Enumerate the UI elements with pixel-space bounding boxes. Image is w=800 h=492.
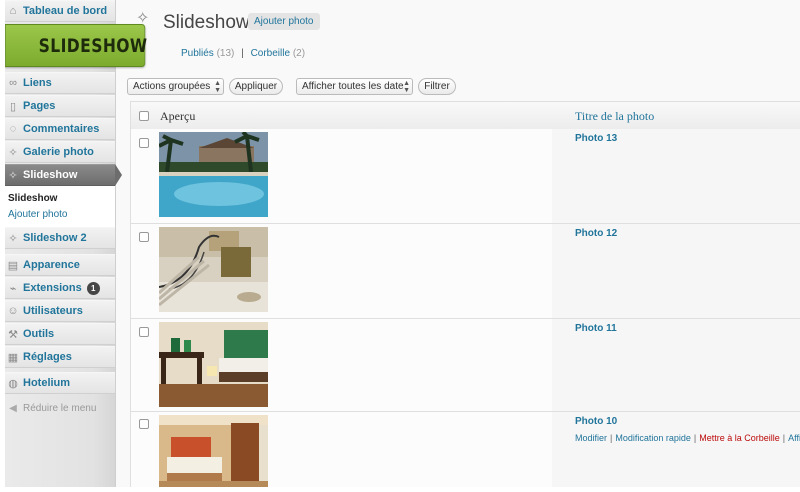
sidebar-item-comments[interactable]: ◌ Commentaires [5, 118, 115, 140]
sidebar-item-label: Outils [23, 328, 55, 340]
edit-link[interactable]: Modifier [575, 433, 607, 443]
page-title: Slideshow [163, 12, 250, 33]
table-row: Photo 11 [131, 319, 800, 412]
column-header-title[interactable]: Titre de la photo [575, 109, 654, 124]
photo-thumbnail[interactable] [159, 227, 268, 312]
photo-title-link[interactable]: Photo 10 [575, 416, 617, 427]
sidebar-item-label: Liens [23, 77, 52, 89]
sidebar-item-plugins[interactable]: ⌁ Extensions 1 [5, 277, 115, 299]
users-icon: ☺ [7, 305, 19, 317]
photo-thumbnail[interactable] [159, 322, 268, 407]
sidebar-item-gallery[interactable]: ✧ Galerie photo [5, 141, 115, 163]
photo-thumbnail[interactable] [159, 415, 268, 487]
sidebar-item-label: Utilisateurs [23, 305, 83, 317]
row-checkbox[interactable] [139, 232, 149, 242]
submenu-item-add-photo[interactable]: Ajouter photo [8, 209, 68, 220]
table-row: Photo 12 [131, 224, 800, 319]
gallery-icon: ✧ [8, 146, 18, 159]
admin-sidebar: ⌂ Tableau de bord ∞ Liens ▯ Pages ◌ Comm… [5, 0, 116, 487]
photo-title-link[interactable]: Photo 11 [575, 323, 617, 334]
column-header-preview: Aperçu [160, 109, 196, 123]
filter-button[interactable]: Filtrer [418, 78, 456, 95]
pages-icon: ▯ [9, 100, 17, 113]
select-all-checkbox[interactable] [139, 111, 149, 121]
sidebar-item-label: Tableau de bord [23, 5, 108, 17]
add-photo-button[interactable]: Ajouter photo [248, 13, 320, 30]
active-menu-pointer [115, 164, 122, 186]
table-header: Aperçu Titre de la photo [131, 101, 800, 130]
sidebar-item-hotelium[interactable]: ◍ Hotelium [5, 372, 115, 394]
sidebar-item-label: Réglages [23, 351, 72, 363]
quick-edit-link[interactable]: Modification rapide [615, 433, 691, 443]
slideshow-banner: SLIDESHOW [5, 24, 147, 67]
sidebar-item-slideshow-2[interactable]: ✧ Slideshow 2 [5, 227, 115, 249]
sidebar-item-appearance[interactable]: ▤ Apparence [5, 254, 115, 276]
plugins-icon: ⌁ [9, 282, 17, 295]
sidebar-item-pages[interactable]: ▯ Pages [5, 95, 115, 117]
bottom-margin [0, 487, 800, 492]
collapse-arrow-icon: ◀ [9, 402, 17, 414]
dashboard-icon: ⌂ [9, 5, 17, 17]
row-checkbox[interactable] [139, 138, 149, 148]
collapse-label: Réduire le menu [23, 402, 97, 414]
sidebar-item-label: Extensions [23, 282, 82, 294]
sidebar-item-label: Slideshow 2 [23, 232, 87, 244]
link-icon: ∞ [9, 77, 17, 89]
row-actions: Modifier | Modification rapide | Mettre à la… [575, 433, 800, 443]
sidebar-item-label: Slideshow [23, 169, 78, 181]
sidebar-item-links[interactable]: ∞ Liens [5, 72, 115, 94]
published-link[interactable]: Publiés [181, 48, 214, 59]
bulk-actions-select[interactable]: Actions groupées ▲ ▼ [127, 78, 224, 95]
collapse-menu-button[interactable]: ◀ Réduire le menu [5, 400, 115, 416]
tools-icon: ⚒ [8, 328, 18, 341]
photos-table: Aperçu Titre de la photo Photo 13 Photo … [130, 101, 800, 487]
date-filter-value: Afficher toutes les date [302, 81, 404, 92]
submenu-item-slideshow[interactable]: Slideshow [8, 193, 57, 204]
slideshow-icon: ✧ [8, 169, 18, 182]
view-link[interactable]: Affi [788, 433, 800, 443]
published-count: (13) [216, 48, 235, 59]
select-arrows-icon: ▲ ▼ [214, 80, 221, 94]
trash-count: (2) [292, 48, 306, 59]
table-row: Photo 10 Modifier | Modification rapide | Me… [131, 412, 800, 487]
sidebar-item-slideshow[interactable]: ✧ Slideshow [5, 164, 115, 186]
row-checkbox[interactable] [139, 327, 149, 337]
trash-link[interactable]: Mettre à la Corbeille [699, 433, 780, 443]
sidebar-item-label: Pages [23, 100, 56, 112]
bulk-actions-value: Actions groupées [133, 81, 211, 92]
hotelium-icon: ◍ [8, 377, 18, 390]
sidebar-item-dashboard[interactable]: ⌂ Tableau de bord [5, 0, 115, 22]
separator: | [782, 433, 786, 443]
row-checkbox[interactable] [139, 419, 149, 429]
photo-title-link[interactable]: Photo 12 [575, 228, 617, 239]
sidebar-item-tools[interactable]: ⚒ Outils [5, 323, 115, 345]
select-arrows-icon: ▲ ▼ [403, 80, 410, 94]
sidebar-item-label: Commentaires [23, 123, 100, 135]
photo-title-link[interactable]: Photo 13 [575, 133, 617, 144]
table-row: Photo 13 [131, 129, 800, 224]
date-filter-select[interactable]: Afficher toutes les date ▲ ▼ [296, 78, 413, 95]
sidebar-item-users[interactable]: ☺ Utilisateurs [5, 300, 115, 322]
sidebar-item-label: Apparence [23, 259, 80, 271]
settings-icon: ▦ [7, 351, 19, 364]
apply-button[interactable]: Appliquer [229, 78, 283, 95]
update-count-badge: 1 [86, 281, 100, 295]
sidebar-item-settings[interactable]: ▦ Réglages [5, 346, 115, 368]
slideshow-icon: ✧ [8, 232, 18, 245]
sidebar-item-label: Galerie photo [23, 146, 94, 158]
admin-window: ⌂ Tableau de bord ∞ Liens ▯ Pages ◌ Comm… [5, 0, 800, 487]
comments-icon: ◌ [9, 123, 17, 135]
status-filter-links: Publiés (13) | Corbeille (2) [181, 48, 305, 59]
sidebar-item-label: Hotelium [23, 377, 71, 389]
photo-thumbnail[interactable] [159, 132, 268, 217]
appearance-icon: ▤ [7, 259, 19, 272]
separator: | [241, 48, 244, 59]
separator: | [610, 433, 613, 443]
trash-link[interactable]: Corbeille [251, 48, 290, 59]
separator: | [693, 433, 697, 443]
slideshow-submenu: Slideshow Ajouter photo [5, 186, 115, 228]
